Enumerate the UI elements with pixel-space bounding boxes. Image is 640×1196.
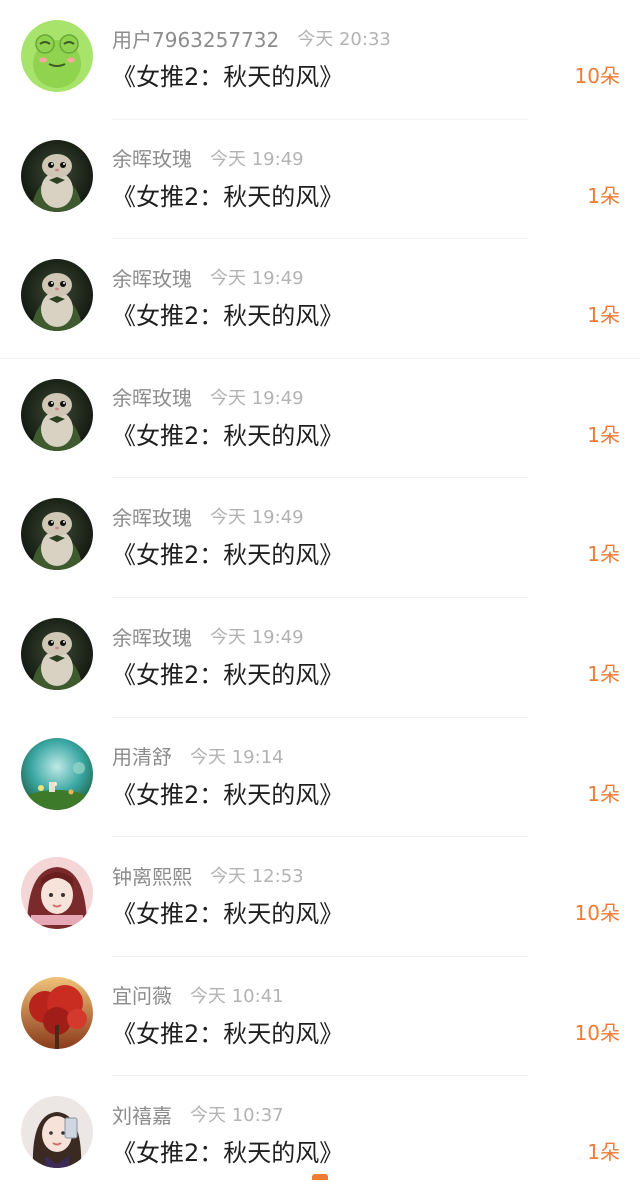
row-meta: 余晖玫瑰 今天 19:49 xyxy=(112,383,304,411)
hamster-avatar[interactable] xyxy=(21,378,93,451)
row-meta: 余晖玫瑰 今天 19:49 xyxy=(112,622,304,650)
flower-count: 10朵 xyxy=(574,901,620,926)
selfie-avatar[interactable] xyxy=(21,1096,93,1169)
timestamp: 今天 19:14 xyxy=(190,746,284,768)
flower-count: 1朵 xyxy=(587,542,620,567)
timestamp: 今天 19:49 xyxy=(210,627,304,648)
hamster-avatar[interactable] xyxy=(21,618,93,690)
username[interactable]: 用户7963257732 xyxy=(112,24,279,53)
username[interactable]: 余晖玫瑰 xyxy=(112,143,192,172)
girl-avatar[interactable] xyxy=(21,857,93,930)
username[interactable]: 用清舒 xyxy=(112,741,172,770)
row-meta: 钟离熙熙 今天 12:53 xyxy=(112,861,304,889)
gift-record-row[interactable]: 用清舒 今天 19:14 《女推2：秋天的风》 1朵 xyxy=(0,718,640,838)
row-meta: 余晖玫瑰 今天 19:49 xyxy=(112,263,304,291)
username[interactable]: 余晖玫瑰 xyxy=(112,382,192,411)
timestamp: 今天 19:49 xyxy=(210,387,304,409)
frog-avatar[interactable] xyxy=(21,20,93,92)
book-title[interactable]: 《女推2：秋天的风》 xyxy=(112,296,343,331)
username[interactable]: 余晖玫瑰 xyxy=(112,263,192,292)
username[interactable]: 余晖玫瑰 xyxy=(112,622,192,651)
row-meta: 余晖玫瑰 今天 19:49 xyxy=(112,502,304,530)
autumn-tree-avatar[interactable] xyxy=(21,976,93,1049)
flower-count: 1朵 xyxy=(587,1140,620,1165)
book-title[interactable]: 《女推2：秋天的风》 xyxy=(112,1014,343,1049)
gift-record-row[interactable]: 余晖玫瑰 今天 19:49 《女推2：秋天的风》 1朵 xyxy=(0,239,640,359)
gift-record-row[interactable]: 余晖玫瑰 今天 19:49 《女推2：秋天的风》 1朵 xyxy=(0,478,640,598)
book-title[interactable]: 《女推2：秋天的风》 xyxy=(112,57,343,92)
flower-count: 1朵 xyxy=(587,183,620,208)
timestamp: 今天 19:49 xyxy=(210,148,304,170)
book-title[interactable]: 《女推2：秋天的风》 xyxy=(112,775,343,810)
username[interactable]: 钟离熙熙 xyxy=(112,861,192,890)
scenery-avatar[interactable] xyxy=(21,737,93,810)
flower-count: 10朵 xyxy=(574,1020,620,1045)
username[interactable]: 余晖玫瑰 xyxy=(112,502,192,531)
row-meta: 宜问薇 今天 10:41 xyxy=(112,981,284,1009)
hamster-avatar[interactable] xyxy=(21,498,93,571)
gift-record-row[interactable]: 余晖玫瑰 今天 19:49 《女推2：秋天的风》 1朵 xyxy=(0,598,640,718)
row-meta: 刘禧嘉 今天 10:37 xyxy=(112,1100,284,1128)
gift-record-row[interactable]: 钟离熙熙 今天 12:53 《女推2：秋天的风》 10朵 xyxy=(0,837,640,957)
book-title[interactable]: 《女推2：秋天的风》 xyxy=(112,535,343,570)
book-title[interactable]: 《女推2：秋天的风》 xyxy=(112,655,343,690)
gift-record-list: 用户7963257732 今天 20:33 《女推2：秋天的风》 10朵 余晖玫瑰 今天… xyxy=(0,0,640,1180)
gift-record-row[interactable]: 宜问薇 今天 10:41 《女推2：秋天的风》 10朵 xyxy=(0,957,640,1077)
timestamp: 今天 12:53 xyxy=(210,866,304,888)
book-title[interactable]: 《女推2：秋天的风》 xyxy=(112,177,343,212)
timestamp: 今天 10:37 xyxy=(190,1105,284,1127)
row-meta: 用清舒 今天 19:14 xyxy=(112,742,284,770)
gift-record-row[interactable]: 余晖玫瑰 今天 19:49 《女推2：秋天的风》 1朵 xyxy=(0,359,640,479)
timestamp: 今天 19:49 xyxy=(210,507,304,529)
hamster-avatar[interactable] xyxy=(21,259,93,332)
gift-record-row[interactable]: 用户7963257732 今天 20:33 《女推2：秋天的风》 10朵 xyxy=(0,0,640,120)
username[interactable]: 刘禧嘉 xyxy=(112,1100,172,1129)
username[interactable]: 宜问薇 xyxy=(112,980,172,1009)
flower-count: 1朵 xyxy=(587,422,620,447)
gift-record-row[interactable]: 余晖玫瑰 今天 19:49 《女推2：秋天的风》 1朵 xyxy=(0,120,640,240)
book-title[interactable]: 《女推2：秋天的风》 xyxy=(112,1133,343,1168)
flower-count: 1朵 xyxy=(587,781,620,806)
book-title[interactable]: 《女推2：秋天的风》 xyxy=(112,894,343,929)
row-meta: 用户7963257732 今天 20:33 xyxy=(112,24,391,52)
flower-count: 1朵 xyxy=(587,662,620,686)
flower-count: 10朵 xyxy=(574,64,620,88)
flower-count: 1朵 xyxy=(587,303,620,328)
hamster-avatar[interactable] xyxy=(21,139,93,212)
book-title[interactable]: 《女推2：秋天的风》 xyxy=(112,416,343,451)
timestamp: 今天 10:41 xyxy=(190,985,284,1007)
timestamp: 今天 19:49 xyxy=(210,268,304,290)
row-meta: 余晖玫瑰 今天 19:49 xyxy=(112,144,304,172)
bottom-indicator xyxy=(312,1174,328,1180)
timestamp: 今天 20:33 xyxy=(297,29,391,50)
